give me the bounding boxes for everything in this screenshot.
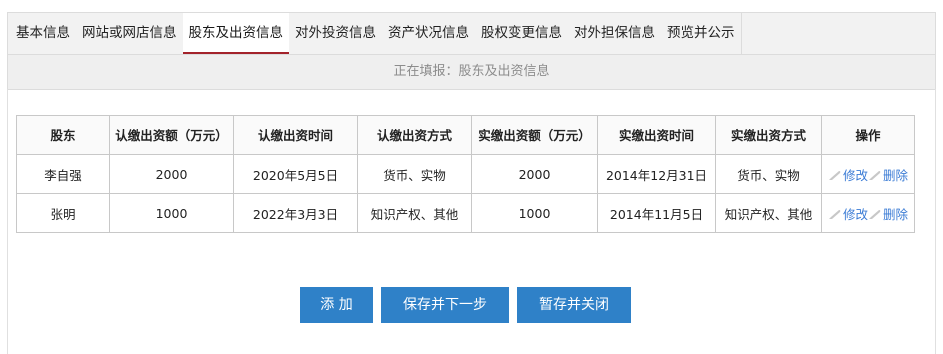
table-cell: 1000 bbox=[109, 193, 234, 233]
table-cell: 货币、实物 bbox=[715, 154, 822, 194]
table-row: 李自强 2000 2020年5月5日 货币、实物 2000 2014年12月31… bbox=[16, 154, 915, 194]
tab-asset-status[interactable]: 资产状况信息 bbox=[382, 13, 475, 54]
delete-link[interactable]: 删除 bbox=[883, 168, 908, 183]
table-header-row: 股东 认缴出资额（万元） 认缴出资时间 认缴出资方式 实缴出资额（万元） 实缴出… bbox=[16, 115, 915, 155]
tab-external-guarantee[interactable]: 对外担保信息 bbox=[568, 13, 661, 54]
table-cell: 2022年3月3日 bbox=[233, 193, 358, 233]
edit-link[interactable]: 修改 bbox=[843, 207, 868, 222]
table-cell: 2020年5月5日 bbox=[233, 154, 358, 194]
column-header: 股东 bbox=[16, 115, 110, 155]
action-buttons: 添 加 保存并下一步 暂存并关闭 bbox=[300, 287, 631, 323]
table-cell: 知识产权、其他 bbox=[357, 193, 472, 233]
pencil-icon bbox=[869, 170, 881, 180]
status-bar: 正在填报：股东及出资信息 bbox=[7, 54, 936, 90]
column-header: 认缴出资额（万元） bbox=[109, 115, 234, 155]
tab-shareholder-info[interactable]: 股东及出资信息 bbox=[182, 13, 289, 55]
shareholder-table: 股东 认缴出资额（万元） 认缴出资时间 认缴出资方式 实缴出资额（万元） 实缴出… bbox=[16, 115, 915, 233]
status-text: 正在填报：股东及出资信息 bbox=[393, 64, 550, 79]
pencil-icon bbox=[828, 209, 841, 219]
column-header: 认缴出资方式 bbox=[357, 115, 472, 155]
row-actions: 修改 删除 bbox=[821, 193, 915, 233]
row-actions: 修改 删除 bbox=[821, 154, 915, 194]
column-header: 操作 bbox=[821, 115, 915, 155]
tab-external-investment[interactable]: 对外投资信息 bbox=[289, 13, 382, 54]
table-cell: 张明 bbox=[16, 193, 110, 233]
table-cell: 2000 bbox=[109, 154, 234, 194]
table-cell: 货币、实物 bbox=[357, 154, 472, 194]
column-header: 认缴出资时间 bbox=[233, 115, 358, 155]
page: 基本信息 网站或网店信息 股东及出资信息 对外投资信息 资产状况信息 股权变更信… bbox=[0, 0, 943, 354]
tab-preview-publish[interactable]: 预览并公示 bbox=[661, 13, 742, 54]
tab-website-info[interactable]: 网站或网店信息 bbox=[76, 13, 183, 54]
table-cell: 知识产权、其他 bbox=[715, 193, 822, 233]
edit-link[interactable]: 修改 bbox=[843, 168, 868, 183]
delete-link[interactable]: 删除 bbox=[883, 207, 908, 222]
column-header: 实缴出资方式 bbox=[715, 115, 822, 155]
column-header: 实缴出资时间 bbox=[597, 115, 716, 155]
tab-bar: 基本信息 网站或网店信息 股东及出资信息 对外投资信息 资产状况信息 股权变更信… bbox=[7, 12, 936, 55]
table-cell: 2014年12月31日 bbox=[597, 154, 716, 194]
save-close-button[interactable]: 暂存并关闭 bbox=[517, 287, 631, 323]
table-cell: 1000 bbox=[471, 193, 598, 233]
table-cell: 李自强 bbox=[16, 154, 110, 194]
table-cell: 2000 bbox=[471, 154, 598, 194]
tab-basic-info[interactable]: 基本信息 bbox=[8, 13, 76, 54]
save-next-button[interactable]: 保存并下一步 bbox=[381, 287, 509, 323]
table-row: 张明 1000 2022年3月3日 知识产权、其他 1000 2014年11月5… bbox=[16, 193, 915, 233]
add-button[interactable]: 添 加 bbox=[300, 287, 373, 323]
pencil-icon bbox=[828, 170, 841, 180]
table-cell: 2014年11月5日 bbox=[597, 193, 716, 233]
pencil-icon bbox=[869, 209, 881, 219]
tab-equity-change[interactable]: 股权变更信息 bbox=[475, 13, 568, 54]
column-header: 实缴出资额（万元） bbox=[471, 115, 598, 155]
